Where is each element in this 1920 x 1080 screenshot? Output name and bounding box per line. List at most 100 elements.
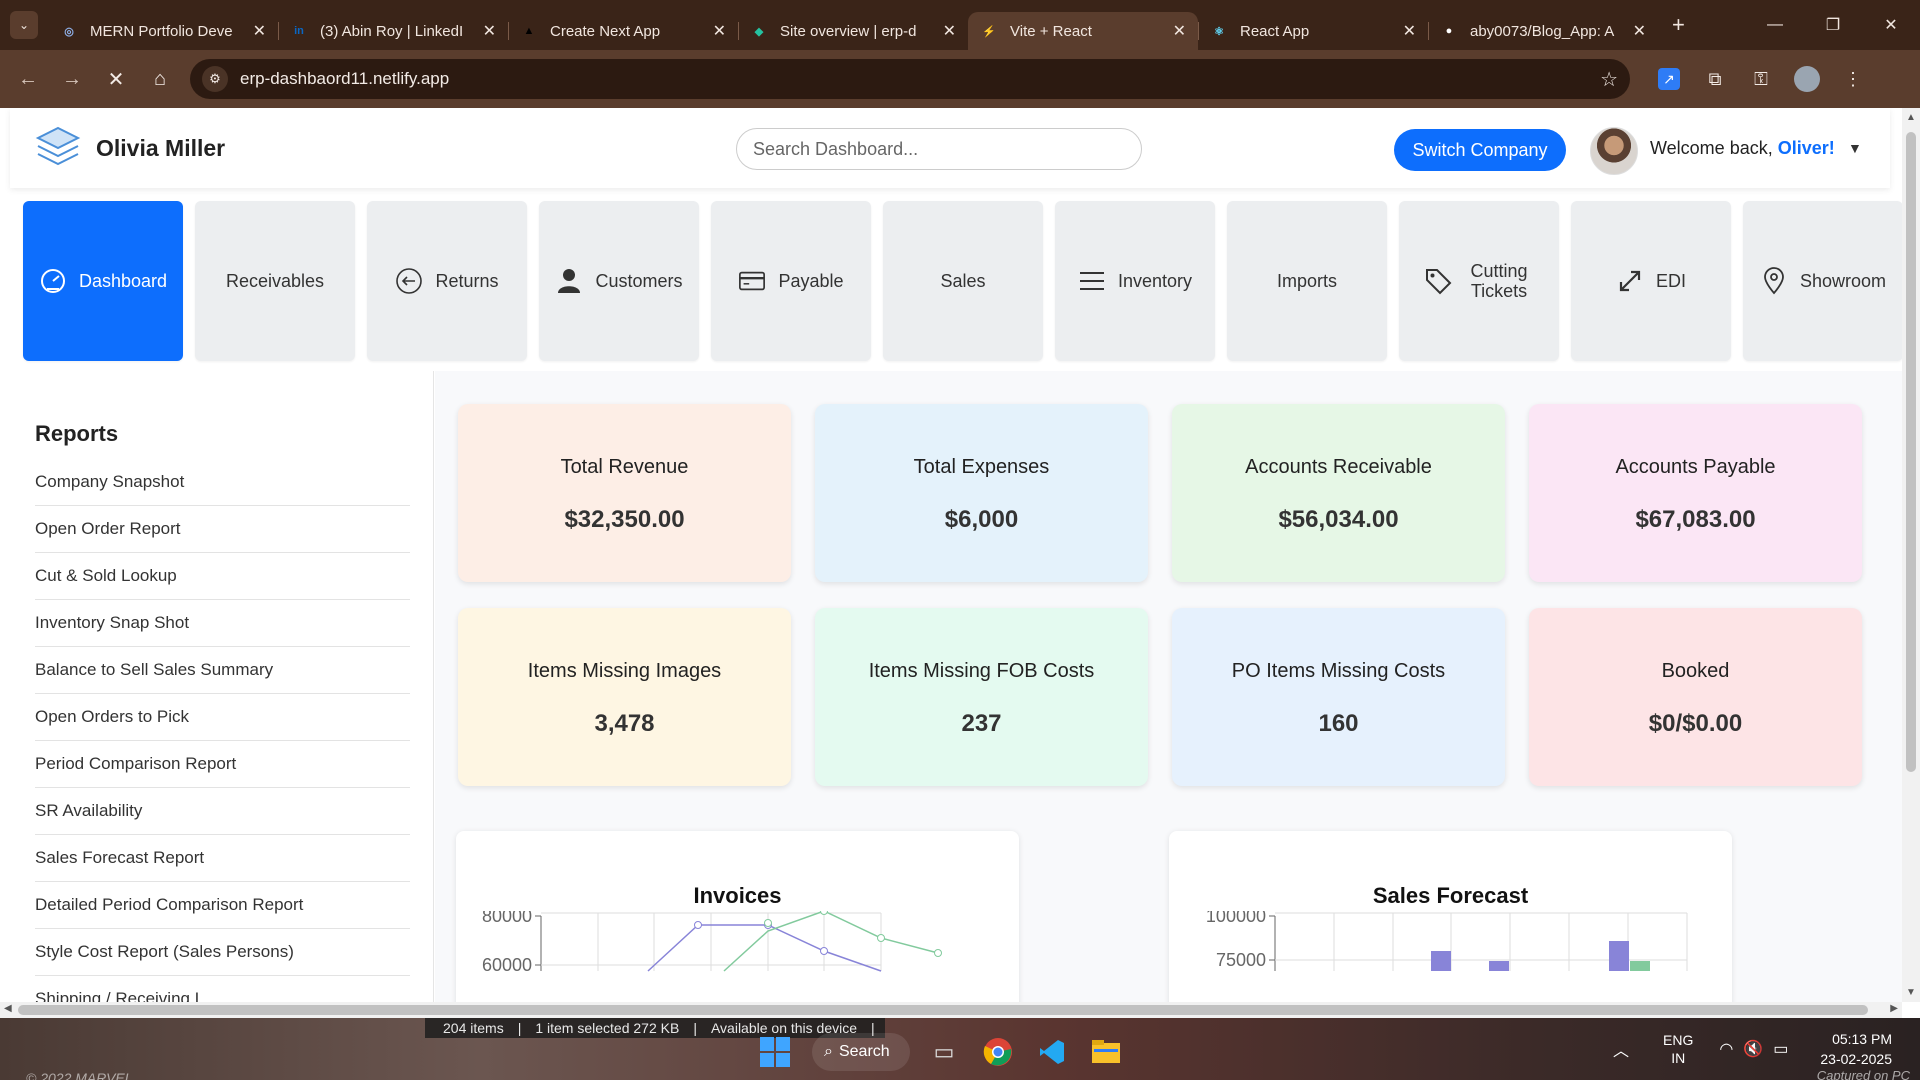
back-icon[interactable]: ← [10,61,46,97]
report-link[interactable]: Sales Forecast Report [35,835,410,882]
password-key-icon[interactable]: ⚿ [1738,69,1784,90]
horizontal-scrollbar[interactable]: ◀ ▶ [0,1002,1902,1018]
chrome-icon[interactable] [978,1032,1018,1072]
report-link[interactable]: Inventory Snap Shot [35,600,410,647]
switch-company-button[interactable]: Switch Company [1394,129,1566,171]
welcome-prefix: Welcome back, [1650,138,1778,158]
nav-tile-inventory[interactable]: Inventory [1055,201,1215,361]
dashboard-search-input[interactable] [736,128,1142,170]
report-link[interactable]: Balance to Sell Sales Summary [35,647,410,694]
taskbar-search[interactable]: ⌕ Search [812,1033,910,1071]
tab-close-icon[interactable]: ✕ [483,21,496,41]
wifi-volume-battery-icons[interactable]: ◠🔇▭ [1719,1039,1798,1059]
close-window-icon[interactable]: ✕ [1862,0,1920,50]
bookmark-star-icon[interactable]: ☆ [1600,67,1618,92]
language-indicator[interactable]: ENG IN [1663,1031,1693,1067]
nav-tile-payable[interactable]: Payable [711,201,871,361]
stat-value: 3,478 [594,710,655,737]
report-link[interactable]: SR Availability [35,788,410,835]
new-tab-icon[interactable]: + [1672,12,1685,38]
clock[interactable]: 05:13 PM 23-02-2025 [1820,1029,1892,1069]
task-view-icon[interactable]: ▭ [924,1032,964,1072]
tab-close-icon[interactable]: ✕ [713,21,726,41]
windows-start-icon[interactable] [760,1037,790,1067]
nav-tile-receivables[interactable]: Receivables [195,201,355,361]
stat-card-accounts-receivable: Accounts Receivable $56,034.00 [1172,404,1505,582]
nav-tile-edi[interactable]: EDI [1571,201,1731,361]
nav-tile-returns[interactable]: Returns [367,201,527,361]
y-tick-label: 60000 [482,955,532,975]
tag-icon [1424,267,1452,295]
tab-close-icon[interactable]: ✕ [253,21,266,41]
divider: | [517,1020,522,1036]
netlify-icon: ◆ [754,25,764,38]
show-hidden-icons-icon[interactable]: ︿ [1613,1037,1629,1061]
tab-close-icon[interactable]: ✕ [1403,21,1416,41]
nav-tile-showroom[interactable]: Showroom [1743,201,1902,361]
browser-tab[interactable]: ◆ Site overview | erp-d ✕ [738,12,968,50]
location-pin-icon [1760,267,1788,295]
stat-card-booked: Booked $0/$0.00 [1529,608,1862,786]
minimize-icon[interactable]: — [1746,0,1804,50]
scroll-thumb[interactable] [18,1005,1868,1015]
stop-loading-icon[interactable]: ✕ [98,61,134,97]
forward-icon[interactable]: → [54,61,90,97]
brand-name: Olivia Miller [96,134,226,161]
restore-icon[interactable]: ❐ [1804,0,1862,50]
scroll-down-icon[interactable]: ▼ [1906,987,1916,998]
nav-tile-label: Dashboard [78,271,168,291]
extensions-puzzle-icon[interactable]: ⧉ [1692,69,1738,90]
report-link[interactable]: Company Snapshot [35,459,410,506]
reports-sidebar: Reports Company Snapshot Open Order Repor… [10,371,434,1002]
user-avatar[interactable] [1590,127,1638,175]
browser-tab[interactable]: ● aby0073/Blog_App: A ✕ [1428,12,1658,50]
tab-search-icon[interactable]: ⌄ [10,11,38,39]
sales-forecast-chart-card: Sales Forecast 100000 75000 [1169,831,1732,1002]
y-tick-label: 75000 [1216,950,1266,970]
browser-tab[interactable]: ◎ MERN Portfolio Deve ✕ [48,12,278,50]
user-menu-caret-icon[interactable]: ▼ [1848,140,1862,156]
report-link[interactable]: Shipping / Receiving L... [35,976,410,1002]
nav-tile-imports[interactable]: Imports [1227,201,1387,361]
file-explorer-icon[interactable] [1086,1032,1126,1072]
scroll-left-icon[interactable]: ◀ [4,1003,12,1014]
report-link[interactable]: Period Comparison Report [35,741,410,788]
report-link[interactable]: Detailed Period Comparison Report [35,882,410,929]
report-link[interactable]: Open Orders to Pick [35,694,410,741]
browser-tab[interactable]: in (3) Abin Roy | LinkedI ✕ [278,12,508,50]
nav-tile-cutting-tickets[interactable]: Cutting Tickets [1399,201,1559,361]
tab-title: Create Next App [550,22,661,40]
report-link[interactable]: Open Order Report [35,506,410,553]
clock-date: 23-02-2025 [1820,1051,1892,1067]
vscode-icon[interactable] [1032,1032,1072,1072]
browser-tab[interactable]: ⚡ Vite + React ✕ [968,12,1198,50]
tab-close-icon[interactable]: ✕ [943,21,956,41]
address-bar[interactable]: ⚙ erp-dashbaord11.netlify.app ☆ [190,59,1630,99]
nav-tile-label: Sales [940,271,986,291]
nav-tile-customers[interactable]: Customers [539,201,699,361]
browser-tab[interactable]: ⚛ React App ✕ [1198,12,1428,50]
browser-tab[interactable]: ▲ Create Next App ✕ [508,12,738,50]
nav-tile-dashboard[interactable]: Dashboard [23,201,183,361]
report-link[interactable]: Style Cost Report (Sales Persons) [35,929,410,976]
browser-menu-icon[interactable]: ⋮ [1830,69,1876,90]
vertical-scrollbar[interactable]: ▲ ▼ [1902,108,1920,1002]
welcome-message[interactable]: Welcome back, Oliver! [1650,138,1835,159]
bar [1489,961,1509,971]
tab-close-icon[interactable]: ✕ [1633,21,1646,41]
stat-label: Accounts Payable [1615,456,1776,478]
site-info-icon[interactable]: ⚙ [202,66,228,92]
dashboard-main: Invoices 80000 60000 Sales Forecast 1000… [435,371,1902,1002]
extension-open-icon[interactable]: ↗ [1658,68,1680,90]
nav-tile-label: Payable [778,271,844,291]
tab-close-icon[interactable]: ✕ [1173,21,1186,41]
arrows-diagonal-icon [1616,267,1644,295]
scroll-right-icon[interactable]: ▶ [1890,1003,1898,1014]
home-icon[interactable]: ⌂ [142,61,178,97]
profile-avatar[interactable] [1794,66,1820,92]
scroll-up-icon[interactable]: ▲ [1906,112,1916,123]
nav-tile-sales[interactable]: Sales [883,201,1043,361]
report-link[interactable]: Cut & Sold Lookup [35,553,410,600]
nav-tile-label: Receivables [225,271,325,291]
scroll-thumb[interactable] [1906,132,1916,772]
